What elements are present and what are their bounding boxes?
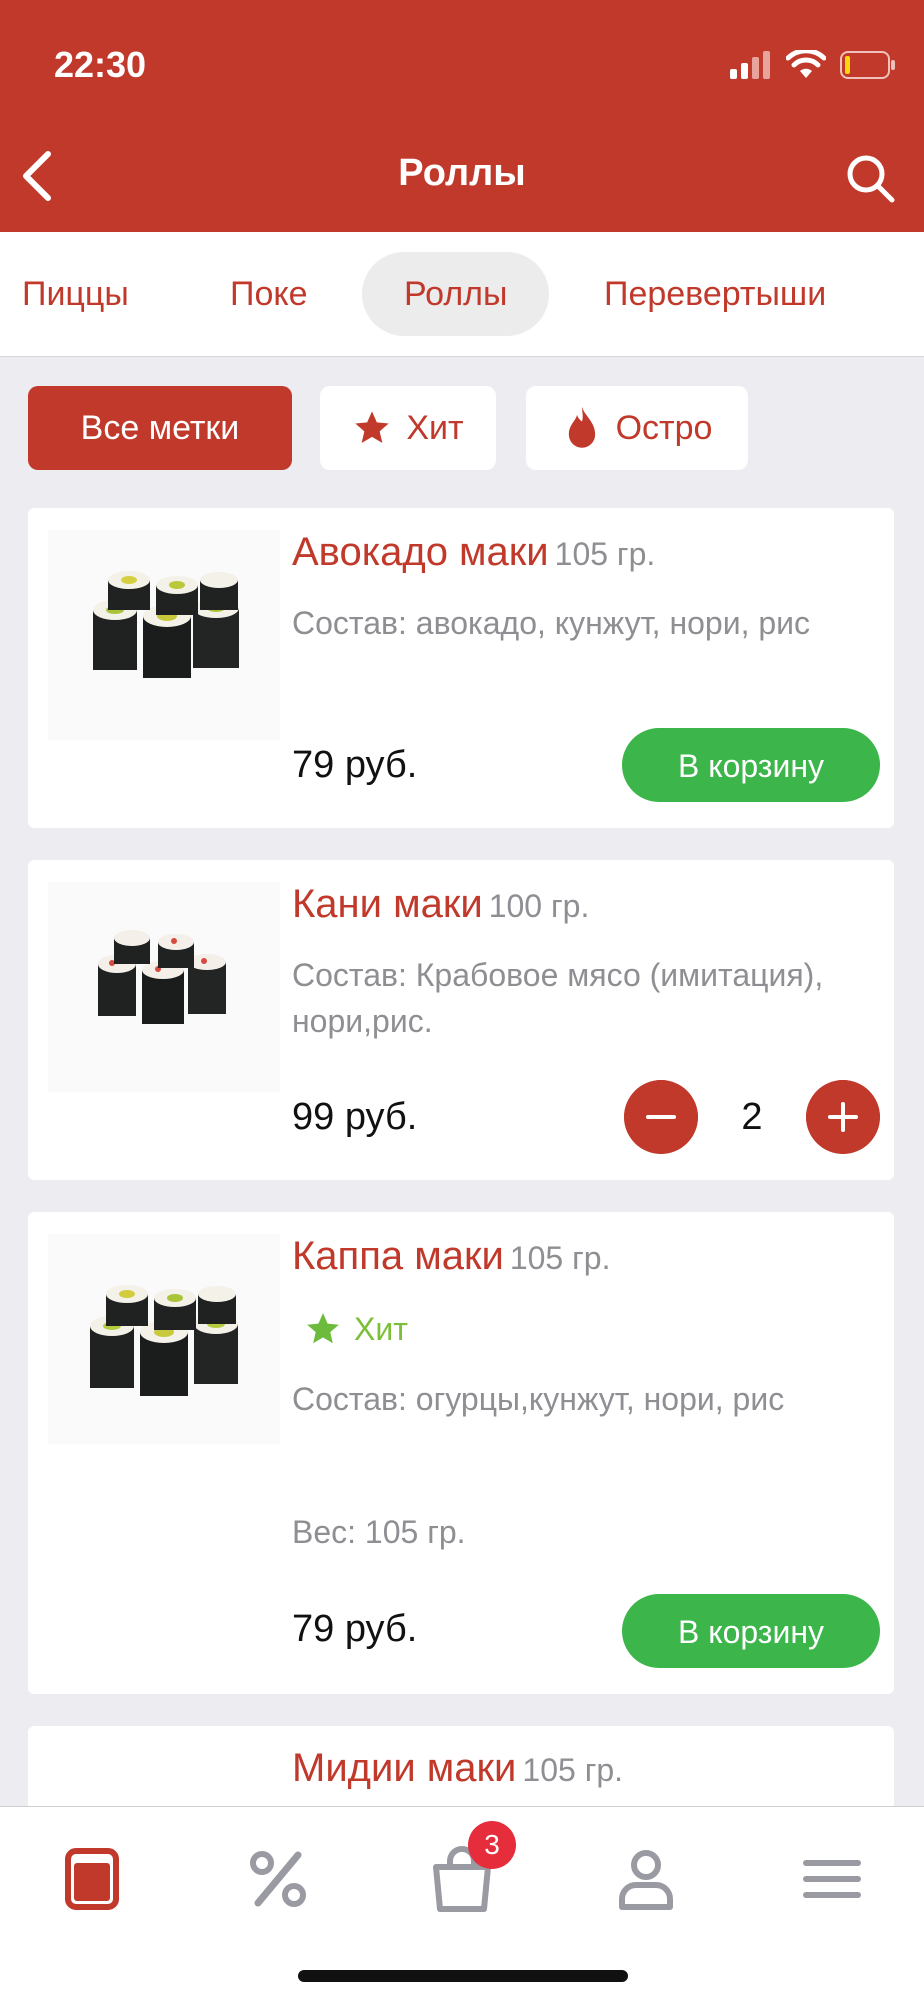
product-image — [48, 1234, 280, 1444]
flame-icon — [568, 406, 595, 448]
product-title: Каппа маки 105 гр. — [292, 1234, 610, 1279]
signal-icon — [730, 51, 770, 79]
wifi-icon — [786, 50, 826, 78]
page-title: Роллы — [398, 152, 526, 194]
tab-perevertyshi[interactable]: Перевертыши — [562, 252, 868, 336]
app-header: 22:30 Роллы — [0, 0, 924, 232]
product-price: 79 руб. — [292, 1608, 418, 1650]
filter-all-tags[interactable]: Все метки — [28, 386, 292, 470]
filter-hit[interactable]: Хит — [320, 386, 496, 470]
hit-tag-label: Хит — [354, 1310, 408, 1347]
product-card[interactable]: Авокадо маки 105 гр. Состав: авокадо, кун… — [28, 508, 894, 828]
product-weight: 105 гр. — [554, 536, 656, 572]
filter-all-label: Все метки — [80, 408, 240, 447]
promotions-percent-icon[interactable] — [238, 1839, 318, 1919]
product-card[interactable]: Кани маки 100 гр. Состав: Крабовое мясо (… — [28, 860, 894, 1180]
filter-spicy[interactable]: Остро — [526, 386, 748, 470]
menu-catalog-icon[interactable] — [52, 1839, 132, 1919]
product-weight: 100 гр. — [488, 888, 590, 924]
product-composition: Состав: авокадо, кунжут, нори, рис — [292, 605, 811, 641]
product-title: Мидии маки 105 гр. — [292, 1746, 623, 1791]
product-title: Кани маки 100 гр. — [292, 882, 589, 927]
increase-quantity-button[interactable] — [806, 1080, 880, 1154]
star-icon — [307, 1313, 339, 1344]
product-composition: Состав: Крабовое мясо (имитация), нори,р… — [292, 957, 824, 1039]
tab-pizza[interactable]: Пиццы — [0, 252, 171, 336]
add-to-cart-button[interactable]: В корзину — [622, 728, 880, 802]
product-weight-line: Вес: 105 гр. — [292, 1514, 466, 1550]
product-weight: 105 гр. — [509, 1240, 611, 1276]
product-title: Авокадо маки 105 гр. — [292, 530, 655, 575]
filter-hit-label: Хит — [406, 408, 464, 447]
tab-poke[interactable]: Поке — [188, 252, 350, 336]
product-price: 79 руб. — [292, 744, 418, 786]
cart-count-badge: 3 — [468, 1821, 516, 1869]
profile-user-icon[interactable] — [606, 1839, 686, 1919]
product-composition: Состав: огурцы,кунжут, нори, рис — [292, 1381, 785, 1417]
search-icon[interactable] — [844, 152, 896, 204]
home-indicator — [298, 1970, 628, 1982]
add-to-cart-button[interactable]: В корзину — [622, 1594, 880, 1668]
product-card[interactable]: Каппа маки 105 гр. Хит Состав: огурцы,кун… — [28, 1212, 894, 1694]
hamburger-menu-icon[interactable] — [792, 1839, 872, 1919]
product-weight: 105 гр. — [522, 1752, 624, 1788]
product-name: Мидии маки — [292, 1746, 517, 1790]
product-image — [48, 530, 280, 740]
star-icon — [355, 411, 390, 443]
quantity-value: 2 — [741, 1096, 763, 1138]
tab-rolls[interactable]: Роллы — [362, 252, 550, 336]
product-name: Авокадо маки — [292, 530, 549, 574]
decrease-quantity-button[interactable] — [624, 1080, 698, 1154]
status-time: 22:30 — [54, 44, 147, 85]
status-icons — [730, 50, 896, 80]
product-name: Кани маки — [292, 882, 483, 926]
filter-spicy-label: Остро — [615, 408, 713, 447]
hit-tag: Хит — [304, 1310, 408, 1348]
category-tabs: Пиццы Поке Роллы Перевертыши — [0, 232, 924, 357]
product-name: Каппа маки — [292, 1234, 504, 1278]
product-price: 99 руб. — [292, 1096, 418, 1138]
battery-icon — [840, 51, 895, 79]
product-image — [48, 882, 280, 1092]
